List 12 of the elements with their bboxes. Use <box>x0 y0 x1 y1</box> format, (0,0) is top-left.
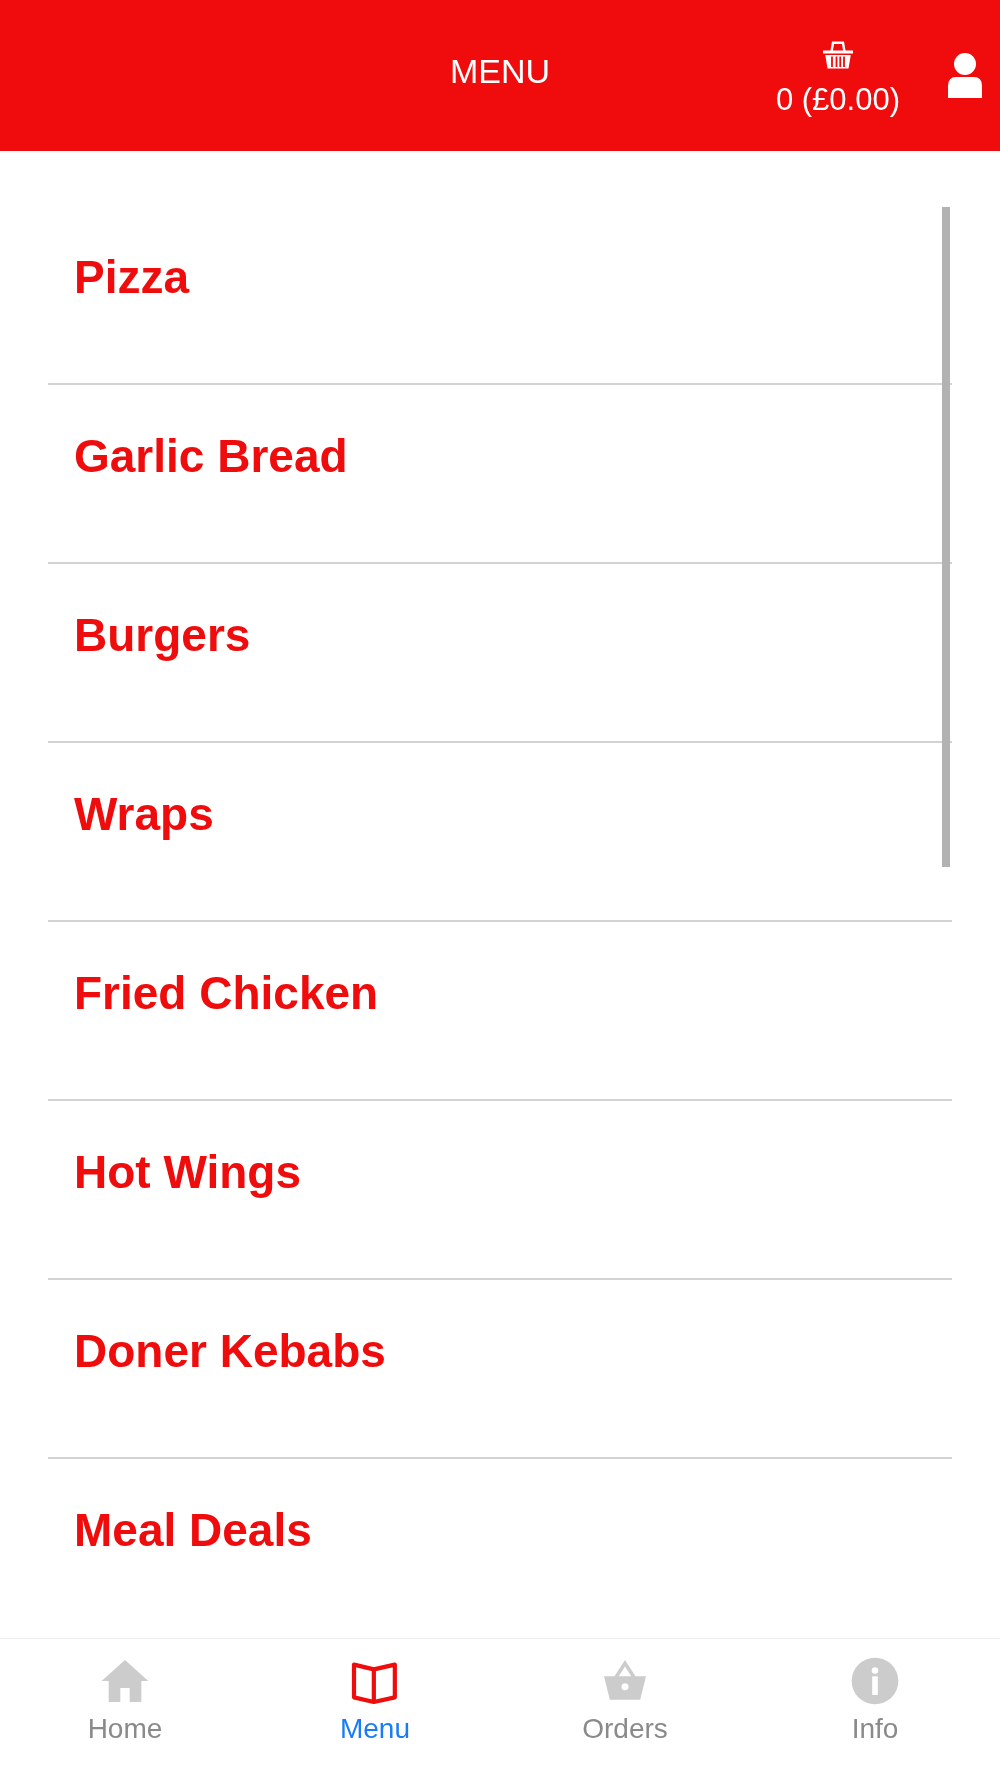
nav-tab[interactable]: Orders <box>500 1639 750 1778</box>
nav-tab[interactable]: Info <box>750 1639 1000 1778</box>
nav-tab[interactable]: Menu <box>250 1639 500 1778</box>
nav-tab[interactable]: Home <box>0 1639 250 1778</box>
user-icon[interactable] <box>946 51 984 100</box>
header-title: MENU <box>449 54 551 88</box>
cart-button[interactable]: 0 (£0.00) <box>775 36 900 115</box>
category-item[interactable]: Doner Kebabs <box>48 1280 952 1459</box>
category-item[interactable]: Meal Deals <box>48 1459 952 1638</box>
category-item[interactable]: Hot Wings <box>48 1101 952 1280</box>
category-item[interactable]: Fried Chicken <box>48 922 952 1101</box>
scrollbar[interactable] <box>942 207 950 867</box>
